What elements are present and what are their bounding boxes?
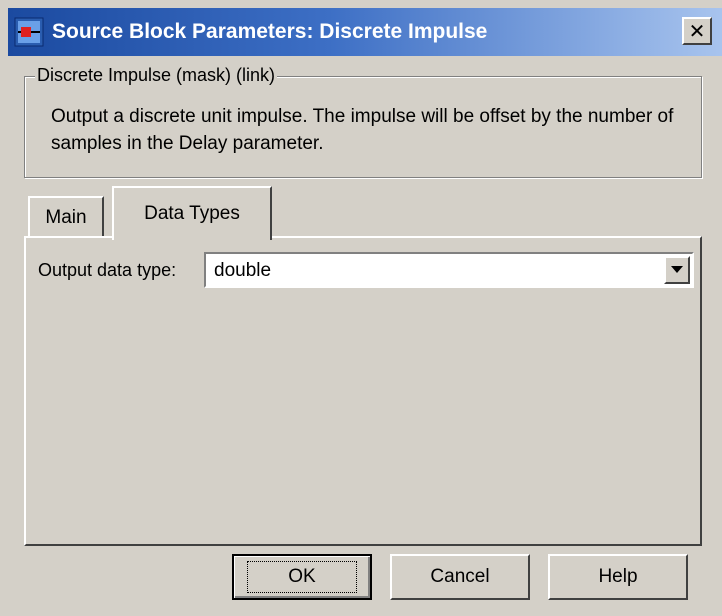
ok-button-label: OK — [247, 561, 357, 593]
title-bar[interactable]: Source Block Parameters: Discrete Impuls… — [8, 8, 722, 56]
window-title: Source Block Parameters: Discrete Impuls… — [52, 20, 488, 43]
help-button[interactable]: Help — [548, 554, 688, 600]
output-data-type-label: Output data type: — [38, 260, 177, 280]
output-data-type-select[interactable]: double — [204, 252, 694, 288]
output-data-type-value: double — [214, 260, 272, 281]
simulink-block-icon — [14, 17, 44, 47]
close-icon: ✕ — [688, 20, 706, 43]
close-button[interactable]: ✕ — [682, 17, 712, 45]
description-groupbox: Discrete Impulse (mask) (link) Output a … — [24, 65, 702, 178]
dropdown-arrow-icon[interactable] — [664, 256, 690, 284]
tab-data-types[interactable]: Data Types — [112, 186, 272, 240]
tab-main[interactable]: Main — [28, 196, 104, 238]
data-types-panel: Output data type: double — [24, 236, 702, 546]
ok-button[interactable]: OK — [232, 554, 372, 600]
cancel-button[interactable]: Cancel — [390, 554, 530, 600]
block-description: Output a discrete unit impulse. The impu… — [51, 106, 674, 154]
group-legend: Discrete Impulse (mask) (link) — [35, 65, 278, 86]
